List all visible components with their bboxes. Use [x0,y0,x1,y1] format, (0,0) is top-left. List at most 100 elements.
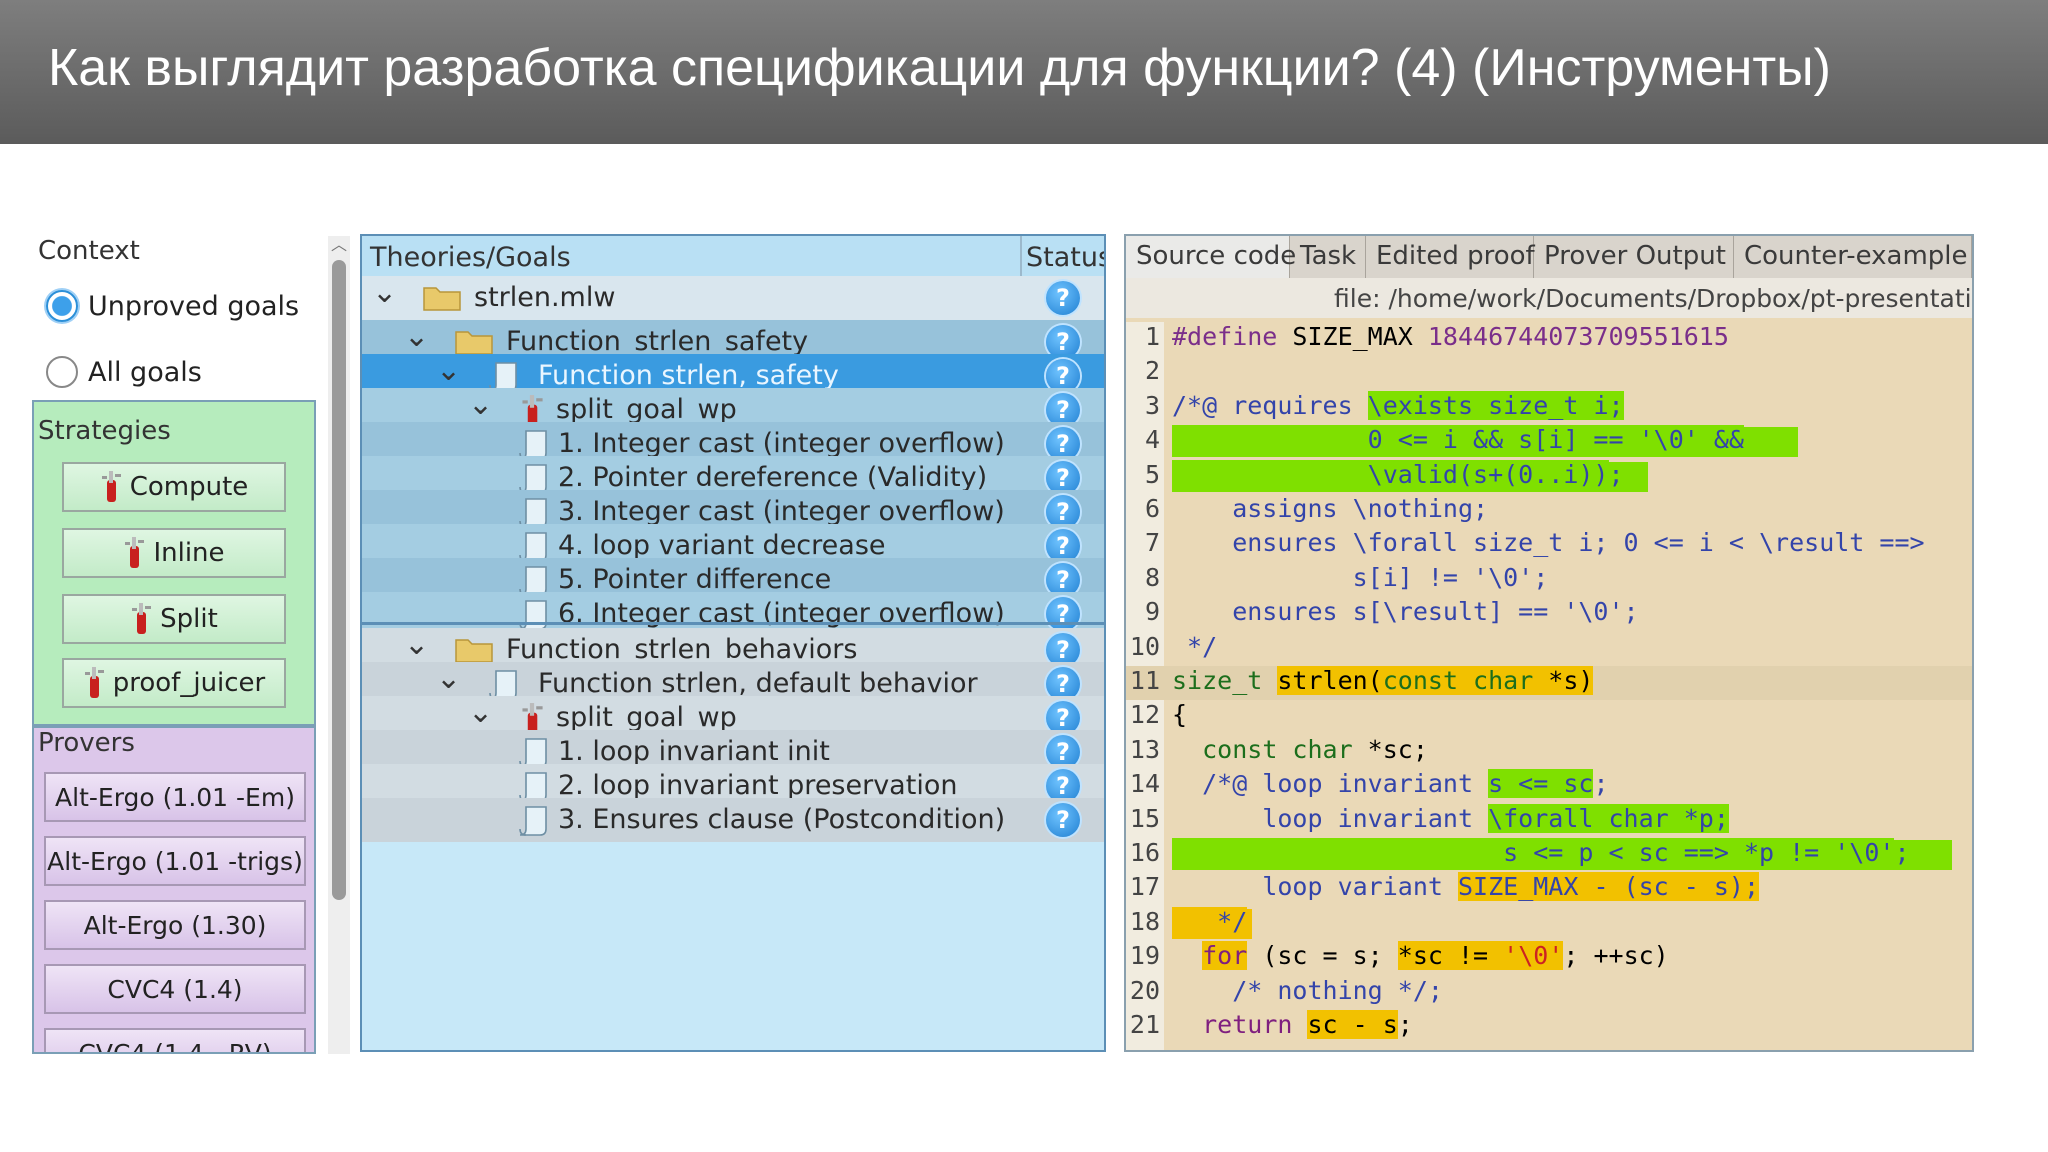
line-number: 19 [1129,941,1160,971]
radio-on-icon[interactable] [46,290,78,322]
code-line: 5 \valid(s+(0..i)); [1126,459,1972,494]
line-number: 21 [1129,1010,1160,1039]
tree-row[interactable]: 3. Ensures clause (Postcondition)? [362,798,1104,842]
line-number: 10 [1129,631,1160,661]
tree-row-label: Function_strlen_safety [506,326,809,357]
radio-off-icon[interactable] [46,356,78,388]
radio-label: Unproved goals [88,290,300,322]
line-number: 17 [1129,872,1160,902]
code-text: s <= p < sc ==> *p != '\0'; [1172,838,1910,867]
radio-all-goals[interactable]: All goals [46,352,202,392]
prover-cvc4-rv-button[interactable]: CVC4 (1.4 - RV) [44,1028,306,1052]
radio-unproved-goals[interactable]: Unproved goals [46,286,299,326]
code-line: 11 size_t strlen(const char *s) [1126,666,1972,700]
chevron-down-icon[interactable]: ⌄ [436,664,461,694]
tree-row-label: Function strlen, safety [538,360,839,391]
inline-button[interactable]: Inline [62,528,286,578]
tab-counter-example[interactable]: Counter-example [1734,236,1972,278]
tree-row-label: 1. Integer cast (integer overflow) [558,428,1005,459]
line-number: 18 [1129,906,1160,936]
line-number: 15 [1129,803,1160,833]
group-divider [362,622,1104,625]
chevron-down-icon[interactable]: ⌄ [372,278,397,308]
code-line: 19 for (sc = s; *sc != '\0'; ++sc) [1126,941,1972,975]
proof-juicer-button[interactable]: proof_juicer [62,658,286,708]
code-text: loop variant SIZE_MAX - (sc - s); [1172,872,1760,902]
line-number: 1 [1144,322,1160,351]
code-line: 8 s[i] != '\0'; [1126,563,1972,597]
line-number: 8 [1144,562,1160,592]
tab-edited-proof[interactable]: Edited proof [1366,236,1535,278]
line-number: 9 [1144,597,1160,627]
code-text: ensures \forall size_t i; 0 <= i < \resu… [1172,528,1925,558]
chevron-down-icon[interactable]: ⌄ [436,356,461,386]
source-tabs: Source code Task Edited proof Prover Out… [1126,236,1972,279]
tree-row-label: 3. Integer cast (integer overflow) [558,496,1005,527]
code-line: 7 ensures \forall size_t i; 0 <= i < \re… [1126,528,1972,562]
line-number: 13 [1129,734,1160,764]
prover-alt-ergo-trigs-button[interactable]: Alt-Ergo (1.01 -trigs) [44,836,306,886]
tree-row-label: split_goal_wp [556,394,737,425]
file-path-bar: file: /home/work/Documents/Dropbox/pt-pr… [1126,278,1972,318]
header-status[interactable]: Status [1026,242,1104,273]
header-theories-goals[interactable]: Theories/Goals [370,242,571,273]
code-text: 0 <= i && s[i] == '\0' && [1172,425,1744,455]
tab-task[interactable]: Task [1290,236,1366,278]
code-line: 1 #define SIZE_MAX 18446744073709551615 [1126,322,1972,356]
tree-row[interactable]: ⌄ strlen.mlw? [362,276,1104,320]
prover-alt-ergo-em-button[interactable]: Alt-Ergo (1.01 -Em) [44,772,306,822]
code-text: /*@ requires \exists size_t i; [1172,390,1624,420]
tree-row-label: 2. loop invariant preservation [558,770,958,801]
line-number: 2 [1144,356,1160,386]
provers-box: Provers Alt-Ergo (1.01 -Em) Alt-Ergo (1.… [32,726,316,1054]
tree-row-label: 5. Pointer difference [558,564,832,595]
goals-tree: Theories/Goals Status ⌄ strlen.mlw? ⌄ Funct… [360,234,1106,1052]
slide-title: Как выглядит разработка спецификации для… [48,39,1831,97]
scroll-icon [516,804,550,842]
scrollbar-thumb[interactable] [332,260,346,900]
code-text: \valid(s+(0..i)); [1172,459,1624,489]
left-scrollbar[interactable]: ︿ [328,236,350,1054]
code-line: 15 loop invariant \forall char *p; [1126,803,1972,838]
code-line: 2 [1126,356,1972,390]
slide-title-bar: Как выглядит разработка спецификации для… [0,0,2048,144]
compute-button[interactable]: Compute [62,462,286,512]
code-text: /*@ loop invariant s <= sc; [1172,769,1609,799]
folder-icon [422,282,462,316]
code-line: 14 /*@ loop invariant s <= sc; [1126,769,1972,803]
strategies-box: Strategies Compute Inline Split proof_ju… [32,400,316,726]
code-text: { [1172,700,1188,730]
line-number: 6 [1144,494,1160,523]
header-separator [1020,236,1022,278]
button-label: proof_juicer [112,668,266,698]
knife-icon [84,667,104,698]
code-text: s[i] != '\0'; [1172,562,1549,592]
scroll-up-icon[interactable]: ︿ [330,236,348,254]
tab-source-code[interactable]: Source code [1126,236,1296,278]
line-number: 20 [1129,975,1160,1005]
knife-icon [125,537,145,568]
tree-row-label: 2. Pointer dereference (Validity) [558,462,988,493]
split-button[interactable]: Split [62,594,286,644]
tree-row-label: strlen.mlw [474,282,616,313]
chevron-down-icon[interactable]: ⌄ [468,390,493,420]
code-line: 21 return sc - s; [1126,1010,1972,1044]
chevron-down-icon[interactable]: ⌄ [468,698,493,728]
chevron-down-icon[interactable]: ⌄ [404,630,429,660]
prover-cvc4-button[interactable]: CVC4 (1.4) [44,964,306,1014]
line-number: 7 [1144,528,1160,558]
source-panel: Source code Task Edited proof Prover Out… [1124,234,1974,1052]
unknown-status-icon: ? [1046,803,1080,837]
context-label: Context [38,236,140,266]
prover-alt-ergo-130-button[interactable]: Alt-Ergo (1.30) [44,900,306,950]
tree-row-label: Function_strlen_behaviors [506,634,858,665]
tab-prover-output[interactable]: Prover Output [1534,236,1734,278]
code-line: 17 loop variant SIZE_MAX - (sc - s); [1126,872,1972,906]
file-path: file: /home/work/Documents/Dropbox/pt-pr… [1334,284,1972,313]
code-line: 4 0 <= i && s[i] == '\0' && [1126,425,1972,459]
line-number: 14 [1129,769,1160,799]
code-line: 18 */ [1126,906,1972,941]
code-view[interactable]: 1 #define SIZE_MAX 18446744073709551615 2 3… [1126,322,1972,1050]
chevron-down-icon[interactable]: ⌄ [404,322,429,352]
tree-row-label: split_goal_wp [556,702,737,733]
